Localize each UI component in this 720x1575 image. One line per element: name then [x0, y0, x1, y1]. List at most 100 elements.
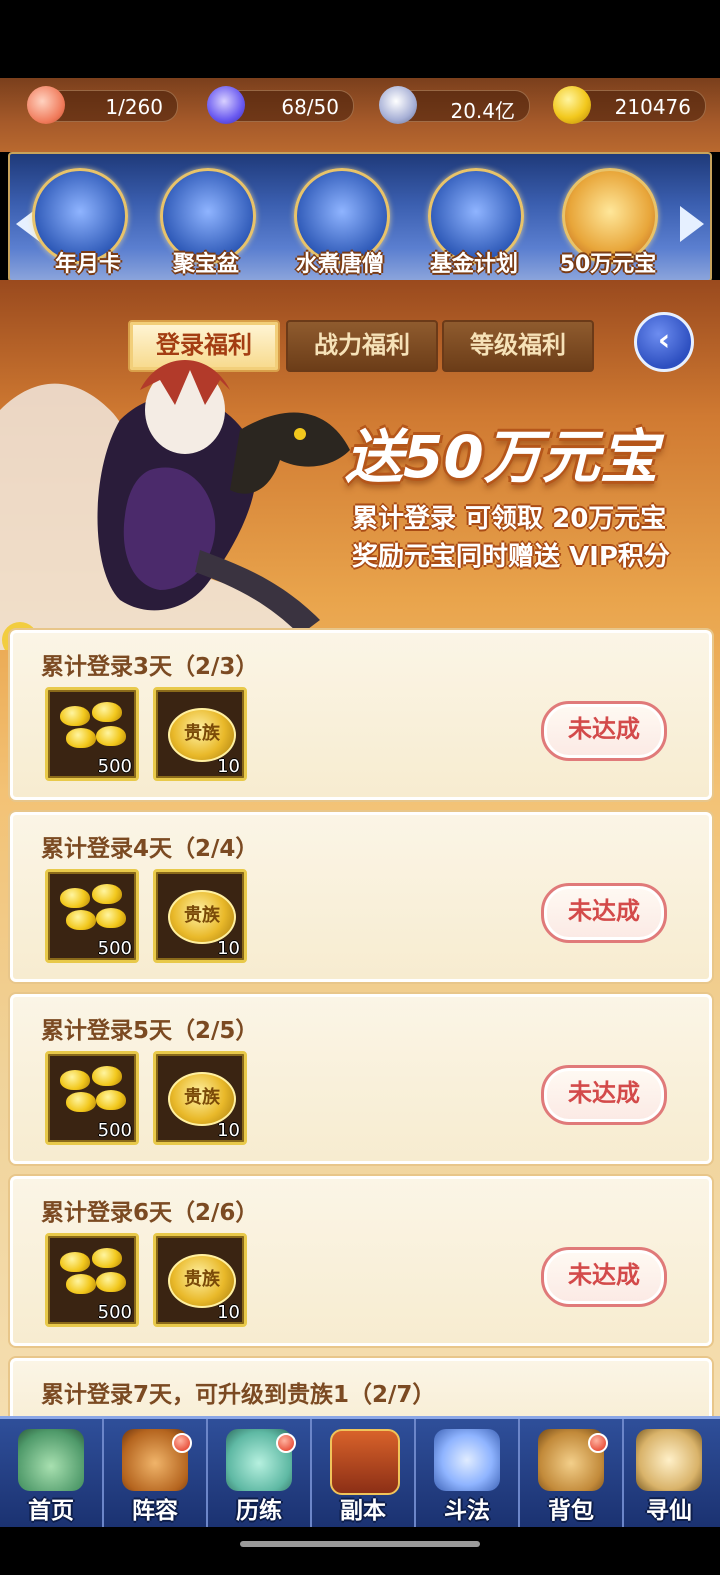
carousel-item-monk[interactable]: 水煮唐僧: [290, 168, 390, 278]
reward-gold-ingot[interactable]: 500: [45, 1051, 139, 1145]
home-icon: [18, 1429, 84, 1491]
gold-ingot-icon: [96, 726, 126, 746]
gold-ingot-icon: [96, 908, 126, 928]
noble-medal-icon: 贵族: [168, 890, 236, 944]
gold-ingot-icon: [92, 1248, 122, 1268]
task-title: 累计登录7天，可升级到贵族1（2/7）: [41, 1382, 436, 1408]
task-card: 累计登录5天（2/5） 500 贵族 10 未达成: [10, 994, 712, 1164]
dungeon-gate-icon: [330, 1429, 400, 1495]
gold-ingot-icon: [92, 1066, 122, 1086]
nav-label: 斗法: [444, 1498, 490, 1524]
resource-peach[interactable]: 1/260: [27, 86, 178, 124]
noble-medal-icon: 贵族: [168, 708, 236, 762]
task-title: 累计登录4天（2/4）: [41, 836, 259, 862]
task-title: 累计登录3天（2/3）: [41, 654, 259, 680]
carousel-item-fund-plan[interactable]: 基金计划: [424, 168, 524, 278]
home-indicator[interactable]: [240, 1541, 480, 1547]
reward-gold-ingot[interactable]: 500: [45, 1233, 139, 1327]
noble-medal-icon: 贵族: [168, 1072, 236, 1126]
gold-ingot-icon: [60, 1252, 90, 1272]
nav-training[interactable]: 历练: [208, 1419, 310, 1527]
reward-gold-ingot[interactable]: 500: [45, 687, 139, 781]
resource-gold[interactable]: 210476: [553, 86, 706, 124]
status-button[interactable]: 未达成: [541, 701, 667, 761]
reward-count: 500: [97, 756, 132, 777]
resource-spirit[interactable]: 68/50: [207, 86, 354, 124]
notification-dot: [172, 1433, 192, 1453]
nav-label: 副本: [340, 1498, 386, 1524]
task-card: 累计登录3天（2/3） 500 贵族 10 未达成: [10, 630, 712, 800]
nav-label: 背包: [548, 1498, 594, 1524]
gold-ingot-icon: [66, 910, 96, 930]
task-card: 累计登录4天（2/4） 500 贵族 10 未达成: [10, 812, 712, 982]
reward-noble[interactable]: 贵族 10: [153, 869, 247, 963]
hero-character-illustration: [0, 360, 350, 650]
notification-dot: [276, 1433, 296, 1453]
status-button[interactable]: 未达成: [541, 1247, 667, 1307]
gold-count: 210476: [614, 95, 691, 119]
nav-lineup[interactable]: 阵容: [104, 1419, 206, 1527]
nav-label: 历练: [236, 1498, 282, 1524]
reward-count: 10: [217, 1302, 240, 1323]
carousel-label: 年月卡: [54, 252, 121, 277]
reward-count: 500: [97, 1120, 132, 1141]
spirit-count: 68/50: [281, 95, 339, 119]
gold-ingot-icon: [60, 1070, 90, 1090]
reward-count: 10: [217, 1120, 240, 1141]
activity-carousel: 年月卡 聚宝盆 水煮唐僧 基金计划 50万元宝: [8, 152, 712, 282]
carousel-label: 聚宝盆: [172, 252, 239, 277]
gold-ingot-icon: [92, 702, 122, 722]
task-title: 累计登录5天（2/5）: [41, 1018, 259, 1044]
nav-label: 寻仙: [646, 1498, 692, 1524]
task-card: 累计登录6天（2/6） 500 贵族 10 未达成: [10, 1176, 712, 1346]
promo-title: 送50万元宝: [345, 423, 658, 491]
reward-gold-ingot[interactable]: 500: [45, 869, 139, 963]
reward-noble[interactable]: 贵族 10: [153, 1051, 247, 1145]
scroll-icon: [636, 1429, 702, 1491]
carousel-label: 水煮唐僧: [295, 252, 384, 277]
nav-label: 阵容: [132, 1498, 178, 1524]
reward-count: 500: [97, 1302, 132, 1323]
promo-line-2: 奖励元宝同时赠送 VIP积分: [352, 542, 670, 572]
nav-dungeon[interactable]: 副本: [312, 1419, 414, 1527]
carousel-label: 50万元宝: [559, 252, 657, 277]
nav-home[interactable]: 首页: [0, 1419, 102, 1527]
carousel-next-arrow-icon[interactable]: [680, 206, 704, 242]
carousel-item-treasure-bowl[interactable]: 聚宝盆: [156, 168, 256, 278]
resource-coin[interactable]: 20.4亿: [379, 86, 530, 124]
reward-count: 500: [97, 938, 132, 959]
reward-noble[interactable]: 贵族 10: [153, 687, 247, 781]
tab-level-welfare[interactable]: 等级福利: [442, 320, 594, 372]
peach-icon: [27, 86, 65, 124]
promo-line-1: 累计登录 可领取 20万元宝: [352, 504, 667, 534]
battle-icon: [434, 1429, 500, 1491]
gold-ingot-icon: [60, 706, 90, 726]
nav-label: 首页: [28, 1498, 74, 1524]
nav-bag[interactable]: 背包: [520, 1419, 622, 1527]
gold-ingot-icon: [96, 1090, 126, 1110]
reward-noble[interactable]: 贵族 10: [153, 1233, 247, 1327]
back-arrow-icon[interactable]: ‹: [634, 312, 694, 372]
nav-battle[interactable]: 斗法: [416, 1419, 518, 1527]
reward-count: 10: [217, 756, 240, 777]
game-screen: 1/260 68/50 20.4亿 210476 年月卡 聚宝盆 水煮唐僧 基金…: [0, 0, 720, 1575]
carousel-label: 基金计划: [429, 252, 518, 277]
nav-seek-immortal[interactable]: 寻仙: [618, 1419, 720, 1527]
gold-ingot-icon: [96, 1272, 126, 1292]
gold-ingot-icon: [66, 728, 96, 748]
resource-bar: 1/260 68/50 20.4亿 210476: [0, 78, 720, 152]
spirit-flame-icon: [207, 86, 245, 124]
peach-count: 1/260: [105, 95, 163, 119]
carousel-item-month-card[interactable]: 年月卡: [32, 168, 138, 278]
gold-ingot-icon: [92, 884, 122, 904]
noble-medal-icon: 贵族: [168, 1254, 236, 1308]
task-title: 累计登录6天（2/6）: [41, 1200, 259, 1226]
status-button[interactable]: 未达成: [541, 1065, 667, 1125]
gold-ingot-icon: [66, 1092, 96, 1112]
bottom-navigation: 首页 阵容 历练 副本 斗法 背包 寻仙: [0, 1416, 720, 1527]
reward-count: 10: [217, 938, 240, 959]
status-button[interactable]: 未达成: [541, 883, 667, 943]
coin-count: 20.4亿: [450, 99, 515, 123]
carousel-item-treasure-chest[interactable]: 50万元宝: [558, 168, 658, 278]
gold-ingot-icon: [66, 1274, 96, 1294]
